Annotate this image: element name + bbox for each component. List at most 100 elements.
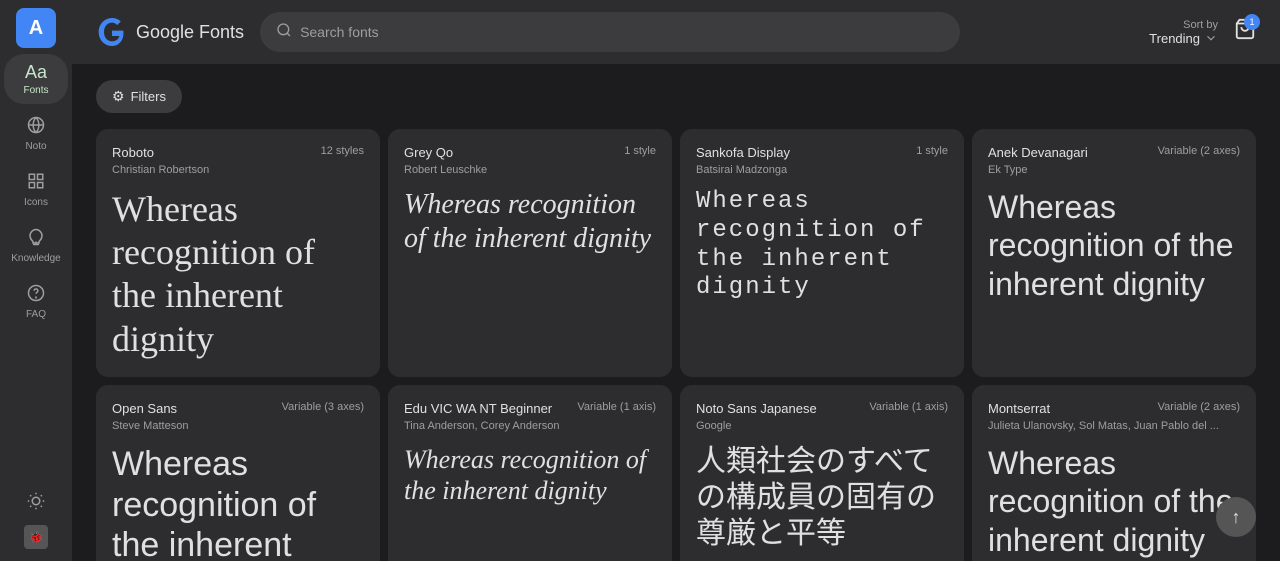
font-preview-text: Whereas recognition of the inherent dign… <box>988 188 1240 303</box>
font-author: Julieta Ulanovsky, Sol Matas, Juan Pablo… <box>988 420 1240 432</box>
font-styles: 1 style <box>624 145 656 157</box>
google-logo-icon <box>96 16 128 48</box>
font-author: Christian Robertson <box>112 164 364 176</box>
font-name: Noto Sans Japanese <box>696 401 817 416</box>
font-name: Roboto <box>112 145 154 160</box>
font-card-noto-sans-japanese[interactable]: Noto Sans Japanese Variable (1 axis) Goo… <box>680 385 964 561</box>
sidebar: A Aa Fonts Noto Icons Knowledge FAQ 🐞 <box>0 0 72 561</box>
font-preview-text: Whereas recognition of the inherent dign… <box>404 444 656 506</box>
main-content: Google Fonts Sort by Trending 1 <box>72 0 1280 561</box>
font-preview-text: Whereas recognition of the inherent dign… <box>696 188 948 303</box>
google-fonts-logo[interactable]: Google Fonts <box>96 16 244 48</box>
font-name: Sankofa Display <box>696 145 790 160</box>
search-bar[interactable] <box>260 12 960 52</box>
sidebar-noto-label: Noto <box>25 141 46 152</box>
font-author: Ek Type <box>988 164 1240 176</box>
sidebar-logo[interactable]: A <box>16 8 56 48</box>
header-right: Sort by Trending 1 <box>1149 18 1256 46</box>
font-card-montserrat[interactable]: Montserrat Variable (2 axes) Julieta Ula… <box>972 385 1256 561</box>
sidebar-item-fonts[interactable]: Aa Fonts <box>4 54 68 104</box>
cart-button[interactable]: 1 <box>1234 18 1256 46</box>
font-preview: Whereas recognition of the inherent dign… <box>988 444 1240 561</box>
font-card-header: Sankofa Display 1 style <box>696 145 948 160</box>
font-styles: Variable (2 axes) <box>1158 401 1240 413</box>
header: Google Fonts Sort by Trending 1 <box>72 0 1280 64</box>
faq-icon <box>27 284 45 307</box>
search-input[interactable] <box>300 24 944 40</box>
font-author: Batsirai Madzonga <box>696 164 948 176</box>
sort-by-value-text: Trending <box>1149 31 1200 46</box>
font-preview-text: Whereas recognition of the inherent dign… <box>112 188 364 361</box>
sidebar-fonts-label: Fonts <box>23 85 48 96</box>
cart-badge: 1 <box>1244 14 1260 30</box>
font-card-header: Roboto 12 styles <box>112 145 364 160</box>
font-grid-row1: Roboto 12 styles Christian Robertson Whe… <box>96 129 1256 377</box>
sidebar-item-noto[interactable]: Noto <box>4 108 68 160</box>
sidebar-item-knowledge[interactable]: Knowledge <box>4 220 68 272</box>
font-card-header: Edu VIC WA NT Beginner Variable (1 axis) <box>404 401 656 416</box>
font-card-edu-vic-wa-nt-beginner[interactable]: Edu VIC WA NT Beginner Variable (1 axis)… <box>388 385 672 561</box>
content-area: ⚙ Filters Roboto 12 styles Christian Rob… <box>72 64 1280 561</box>
bug-icon: 🐞 <box>29 530 44 544</box>
font-card-grey-qo[interactable]: Grey Qo 1 style Robert Leuschke Whereas … <box>388 129 672 377</box>
font-card-anek-devanagari[interactable]: Anek Devanagari Variable (2 axes) Ek Typ… <box>972 129 1256 377</box>
font-card-header: Open Sans Variable (3 axes) <box>112 401 364 416</box>
scroll-top-icon: ↑ <box>1232 507 1241 528</box>
scroll-to-top-button[interactable]: ↑ <box>1216 497 1256 537</box>
icons-icon <box>27 172 45 195</box>
sidebar-bottom: 🐞 <box>16 481 56 561</box>
font-card-header: Anek Devanagari Variable (2 axes) <box>988 145 1240 160</box>
google-fonts-title: Google Fonts <box>136 22 244 43</box>
font-card-roboto[interactable]: Roboto 12 styles Christian Robertson Whe… <box>96 129 380 377</box>
font-name: Montserrat <box>988 401 1050 416</box>
sidebar-icons-label: Icons <box>24 197 48 208</box>
filters-bar: ⚙ Filters <box>96 80 1256 113</box>
font-card-header: Noto Sans Japanese Variable (1 axis) <box>696 401 948 416</box>
font-preview: Whereas recognition of the inherent <box>112 444 364 561</box>
knowledge-icon <box>27 228 45 251</box>
filters-label: Filters <box>131 89 166 104</box>
font-styles: 1 style <box>916 145 948 157</box>
font-preview-text: Whereas recognition of the inherent dign… <box>988 444 1240 559</box>
theme-toggle[interactable] <box>16 481 56 521</box>
filter-icon: ⚙ <box>112 88 125 105</box>
font-author: Tina Anderson, Corey Anderson <box>404 420 656 432</box>
font-preview: Whereas recognition of the inherent dign… <box>696 188 948 361</box>
font-styles: Variable (2 axes) <box>1158 145 1240 157</box>
font-card-header: Montserrat Variable (2 axes) <box>988 401 1240 416</box>
font-card-header: Grey Qo 1 style <box>404 145 656 160</box>
fonts-icon: Aa <box>25 62 47 83</box>
bug-report-button[interactable]: 🐞 <box>24 525 48 549</box>
sidebar-logo-letter: A <box>29 17 43 40</box>
font-name: Open Sans <box>112 401 177 416</box>
sidebar-faq-label: FAQ <box>26 309 46 320</box>
font-grid-row2: Open Sans Variable (3 axes) Steve Mattes… <box>96 385 1256 561</box>
font-preview: Whereas recognition of the inherent dign… <box>404 444 656 561</box>
sidebar-item-faq[interactable]: FAQ <box>4 276 68 328</box>
font-author: Robert Leuschke <box>404 164 656 176</box>
font-preview: Whereas recognition of the inherent dign… <box>112 188 364 361</box>
font-name: Grey Qo <box>404 145 453 160</box>
font-name: Edu VIC WA NT Beginner <box>404 401 552 416</box>
font-author: Steve Matteson <box>112 420 364 432</box>
font-card-open-sans[interactable]: Open Sans Variable (3 axes) Steve Mattes… <box>96 385 380 561</box>
font-styles: 12 styles <box>321 145 364 157</box>
font-preview-text: Whereas recognition of the inherent dign… <box>404 188 656 255</box>
sidebar-knowledge-label: Knowledge <box>11 253 60 264</box>
font-preview: Whereas recognition of the inherent dign… <box>404 188 656 361</box>
noto-icon <box>27 116 45 139</box>
filters-button[interactable]: ⚙ Filters <box>96 80 182 113</box>
font-preview-text: Whereas recognition of the inherent <box>112 444 364 561</box>
font-styles: Variable (1 axis) <box>577 401 656 413</box>
sort-by-selector[interactable]: Trending <box>1149 31 1218 46</box>
font-name: Anek Devanagari <box>988 145 1088 160</box>
sort-by-label: Sort by <box>1183 19 1218 31</box>
search-icon <box>276 22 292 43</box>
font-preview-text: 人類社会のすべての構成員の固有の尊厳と平等 <box>696 444 948 552</box>
font-card-sankofa-display[interactable]: Sankofa Display 1 style Batsirai Madzong… <box>680 129 964 377</box>
sort-by-wrapper: Sort by Trending <box>1149 19 1218 46</box>
font-styles: Variable (3 axes) <box>282 401 364 413</box>
chevron-down-icon <box>1204 31 1218 45</box>
font-styles: Variable (1 axis) <box>869 401 948 413</box>
sidebar-item-icons[interactable]: Icons <box>4 164 68 216</box>
